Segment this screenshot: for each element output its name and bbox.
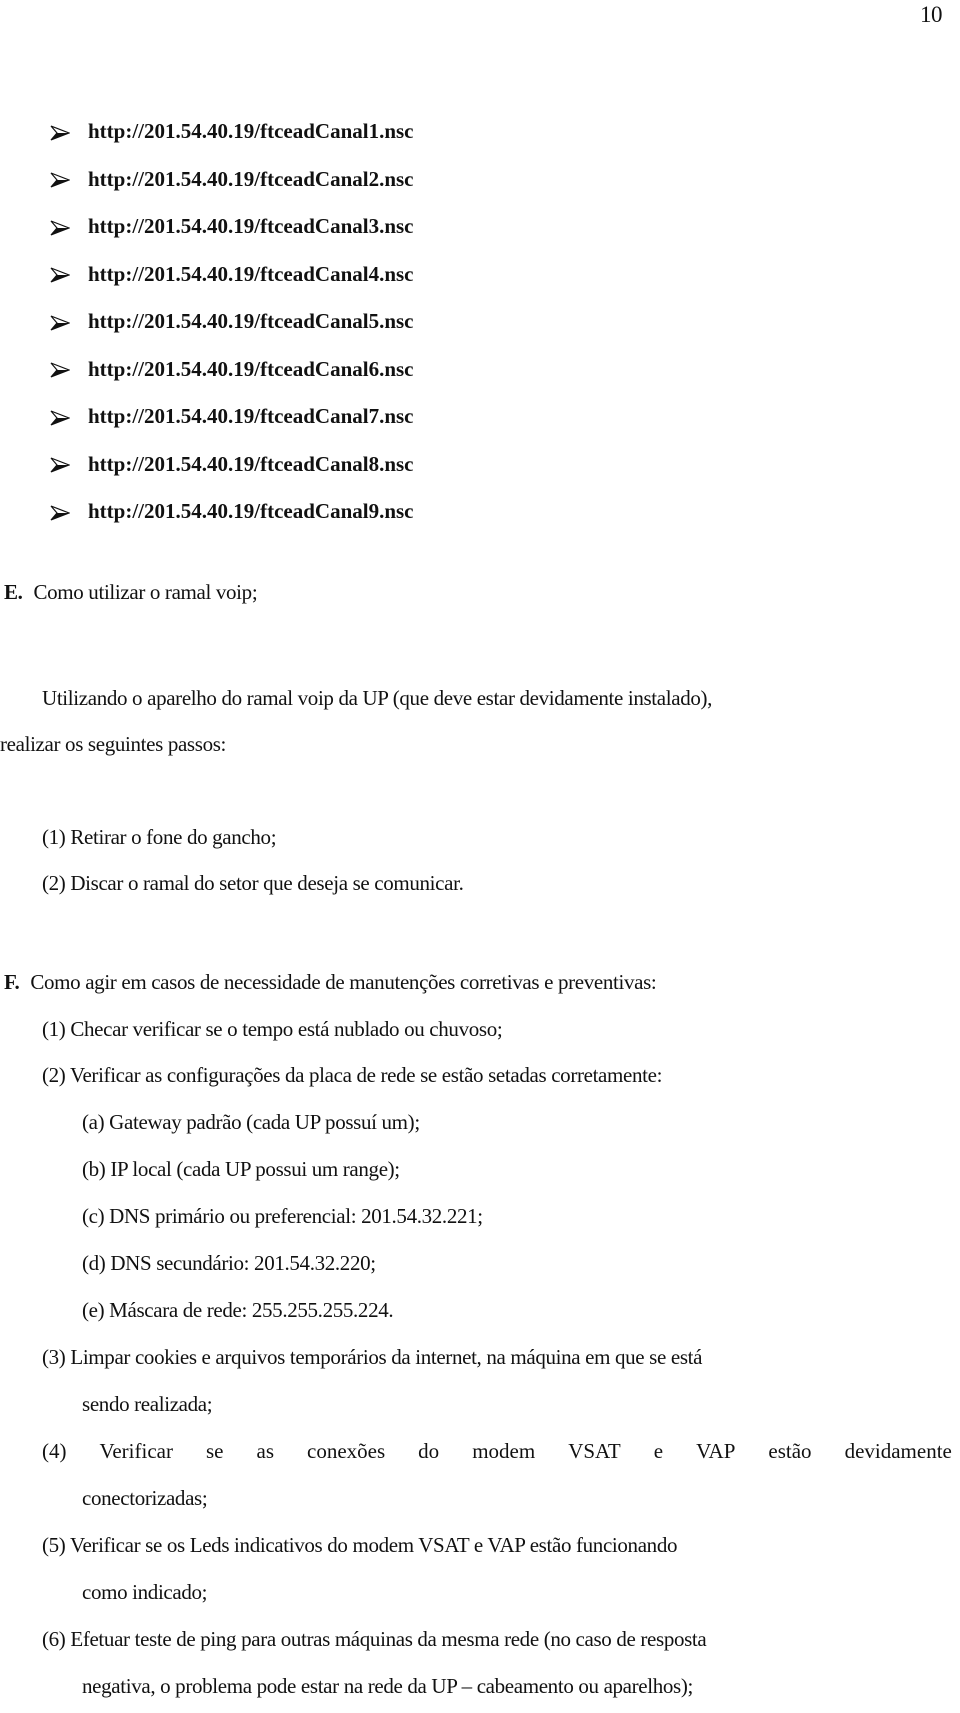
step-number: (1) [42,825,66,849]
sub-item-text: Gateway padrão (cada UP possuí um); [109,1110,420,1134]
section-f-step-3-continuation: sendo realizada; [82,1392,213,1416]
channel-link[interactable]: http://201.54.40.19/ftceadCanal9.nsc [88,499,414,524]
sub-item-letter: (e) [82,1298,105,1322]
step-text: Discar o ramal do setor que deseja se co… [70,871,464,895]
step-word: Verificar [99,1439,173,1463]
list-item: http://201.54.40.19/ftceadCanal2.nsc [50,156,414,204]
section-f-letter: F. [4,970,20,994]
arrow-bullet-icon [50,267,72,283]
channel-link[interactable]: http://201.54.40.19/ftceadCanal8.nsc [88,452,414,477]
step-text: Checar verificar se o tempo está nublado… [70,1017,503,1041]
section-e-heading: E. Como utilizar o ramal voip; [4,580,258,605]
section-e-paragraph-line2: realizar os seguintes passos: [0,732,227,756]
section-f-title: Como agir em casos de necessidade de man… [30,970,657,994]
step-text: Verificar as configurações da placa de r… [69,1063,663,1087]
sub-item-e: (e) Máscara de rede: 255.255.255.224. [82,1298,394,1323]
step-number: (5) [42,1533,66,1557]
arrow-bullet-icon [50,125,72,141]
section-f-step-4: (4) Verificar se as conexões do modem VS… [42,1439,952,1464]
step-number: (2) [42,871,66,895]
sub-item-c: (c) DNS primário ou preferencial: 201.54… [82,1204,483,1229]
section-f-step-6: (6) Efetuar teste de ping para outras má… [42,1627,707,1652]
section-e-letter: E. [4,580,23,604]
channel-link[interactable]: http://201.54.40.19/ftceadCanal2.nsc [88,167,414,192]
arrow-bullet-icon [50,220,72,236]
step-word: do [418,1439,440,1463]
section-e-title: Como utilizar o ramal voip; [33,580,258,604]
sub-item-text: IP local (cada UP possui um range); [110,1157,400,1181]
step-number: (2) [42,1063,66,1087]
step-word: conexões [307,1439,386,1463]
section-e-paragraph-line1: Utilizando o aparelho do ramal voip da U… [42,686,713,710]
step-text: Retirar o fone do gancho; [70,825,277,849]
arrow-bullet-icon [50,457,72,473]
arrow-bullet-icon [50,505,72,521]
step-word: modem [472,1439,536,1463]
list-item: http://201.54.40.19/ftceadCanal7.nsc [50,393,414,441]
channel-link-list: http://201.54.40.19/ftceadCanal1.nsc htt… [50,108,414,536]
sub-item-d: (d) DNS secundário: 201.54.32.220; [82,1251,376,1276]
section-f-step-1: (1) Checar verificar se o tempo está nub… [42,1017,503,1042]
section-f-step-5-continuation: como indicado; [82,1580,208,1604]
step-word: estão [768,1439,812,1463]
sub-item-a: (a) Gateway padrão (cada UP possuí um); [82,1110,420,1135]
step-text: Limpar cookies e arquivos temporários da… [70,1345,703,1369]
arrow-bullet-icon [50,315,72,331]
sub-item-letter: (d) [82,1251,106,1275]
list-item: http://201.54.40.19/ftceadCanal1.nsc [50,108,414,156]
step-word: se [205,1439,224,1463]
sub-item-text: DNS primário ou preferencial: 201.54.32.… [109,1204,483,1228]
channel-link[interactable]: http://201.54.40.19/ftceadCanal7.nsc [88,404,414,429]
step-word: VAP [696,1439,736,1463]
section-f-step-5: (5) Verificar se os Leds indicativos do … [42,1533,677,1558]
sub-item-b: (b) IP local (cada UP possui um range); [82,1157,400,1182]
sub-item-letter: (c) [82,1204,105,1228]
sub-item-letter: (b) [82,1157,106,1181]
section-e-step-2: (2) Discar o ramal do setor que deseja s… [42,871,464,896]
channel-link[interactable]: http://201.54.40.19/ftceadCanal1.nsc [88,119,414,144]
channel-link[interactable]: http://201.54.40.19/ftceadCanal4.nsc [88,262,414,287]
arrow-bullet-icon [50,172,72,188]
step-number: (1) [42,1017,66,1041]
list-item: http://201.54.40.19/ftceadCanal4.nsc [50,251,414,299]
section-f-step-2: (2) Verificar as configurações da placa … [42,1063,662,1088]
section-f-step-4-continuation: conectorizadas; [82,1486,208,1510]
section-e-step-1: (1) Retirar o fone do gancho; [42,825,277,850]
step-word: e [653,1439,664,1463]
section-f-heading: F. Como agir em casos de necessidade de … [4,970,657,995]
list-item: http://201.54.40.19/ftceadCanal3.nsc [50,203,414,251]
sub-item-letter: (a) [82,1110,105,1134]
step-text: Verificar se os Leds indicativos do mode… [69,1533,678,1557]
step-word: as [256,1439,275,1463]
channel-link[interactable]: http://201.54.40.19/ftceadCanal3.nsc [88,214,414,239]
arrow-bullet-icon [50,362,72,378]
list-item: http://201.54.40.19/ftceadCanal9.nsc [50,488,414,536]
channel-link[interactable]: http://201.54.40.19/ftceadCanal5.nsc [88,309,414,334]
step-text: Efetuar teste de ping para outras máquin… [70,1627,707,1651]
list-item: http://201.54.40.19/ftceadCanal5.nsc [50,298,414,346]
step-number: (4) [42,1439,67,1463]
sub-item-text: DNS secundário: 201.54.32.220; [110,1251,376,1275]
page-number: 10 [920,2,943,27]
step-number: (6) [42,1627,66,1651]
list-item: http://201.54.40.19/ftceadCanal8.nsc [50,441,414,489]
arrow-bullet-icon [50,410,72,426]
channel-link[interactable]: http://201.54.40.19/ftceadCanal6.nsc [88,357,414,382]
list-item: http://201.54.40.19/ftceadCanal6.nsc [50,346,414,394]
step-word: devidamente [844,1439,952,1463]
sub-item-text: Máscara de rede: 255.255.255.224. [109,1298,394,1322]
step-number: (3) [42,1345,66,1369]
section-f-step-6-continuation: negativa, o problema pode estar na rede … [82,1674,694,1698]
section-f-step-3: (3) Limpar cookies e arquivos temporário… [42,1345,702,1370]
step-word: VSAT [568,1439,621,1463]
